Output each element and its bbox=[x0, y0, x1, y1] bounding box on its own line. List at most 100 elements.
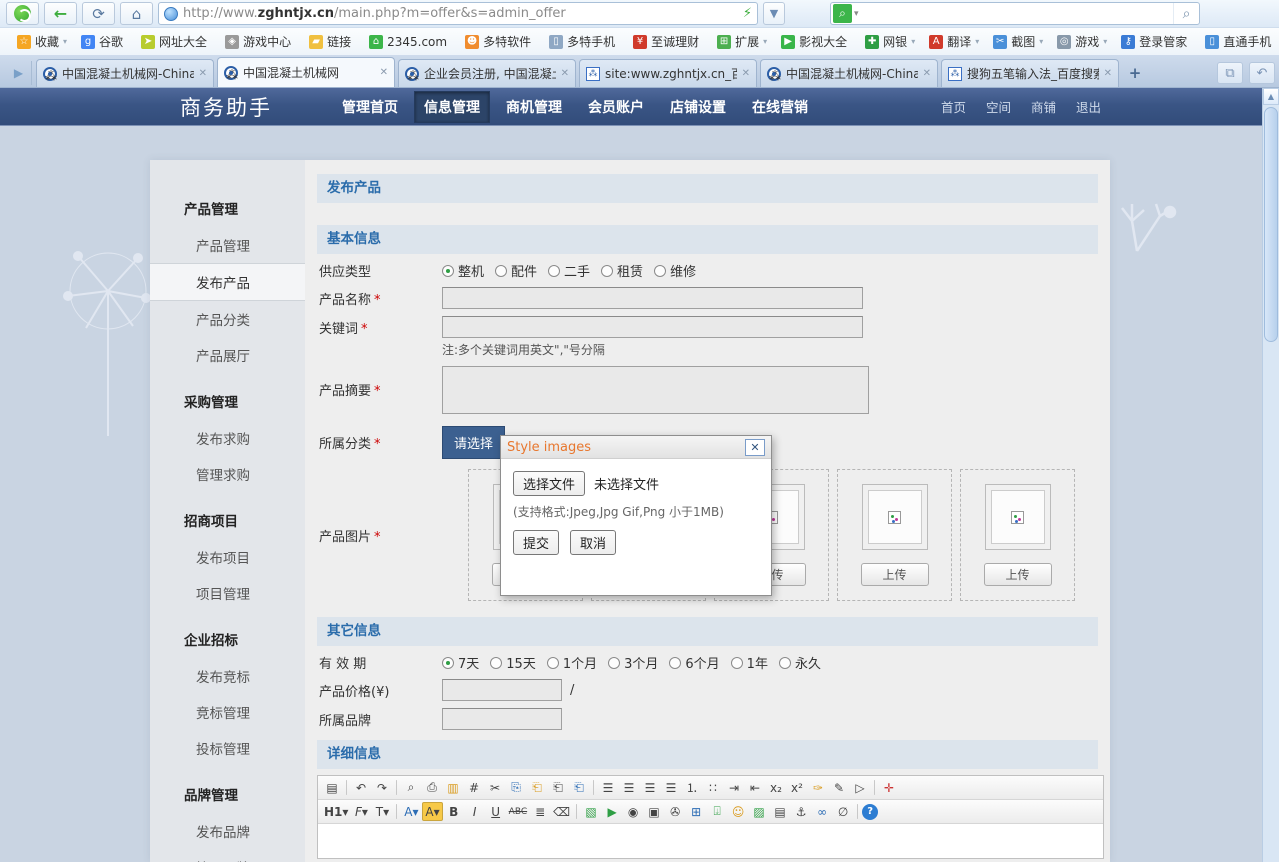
tool-video[interactable]: ▶ 影视大全 bbox=[774, 31, 858, 52]
redo-icon[interactable]: ↷ bbox=[372, 778, 392, 797]
page-preview-icon[interactable]: ▥ bbox=[443, 778, 463, 797]
image-icon[interactable]: ▧ bbox=[581, 802, 601, 821]
nav-online-marketing[interactable]: 在线营销 bbox=[742, 91, 818, 123]
nav-shop-settings[interactable]: 店铺设置 bbox=[660, 91, 736, 123]
product-name-input[interactable] bbox=[442, 287, 863, 309]
side-product-category[interactable]: 产品分类 bbox=[150, 301, 305, 337]
bookmark-zhicheng-finance[interactable]: ¥ 至诚理财 bbox=[626, 31, 710, 52]
eraser-icon[interactable]: ⌫ bbox=[551, 802, 572, 821]
align-right-icon[interactable]: ☰ bbox=[640, 778, 660, 797]
tab-list-button[interactable]: ⧉ bbox=[1217, 62, 1243, 84]
heading-dropdown[interactable]: H1▾ bbox=[322, 802, 350, 821]
scrollbar-thumb[interactable] bbox=[1264, 107, 1278, 342]
page-break-icon[interactable]: ▤ bbox=[770, 802, 790, 821]
bookmark-favorites[interactable]: ☆ 收藏 ▾ bbox=[10, 31, 74, 52]
vertical-scrollbar[interactable]: ▲ bbox=[1262, 88, 1279, 862]
code-icon[interactable]: # bbox=[464, 778, 484, 797]
subscript-icon[interactable]: x₂ bbox=[766, 778, 786, 797]
justify-icon[interactable]: ☰ bbox=[661, 778, 681, 797]
bookmark-google[interactable]: g 谷歌 bbox=[74, 31, 134, 52]
bookmark-site-nav[interactable]: ➤ 网址大全 bbox=[134, 31, 218, 52]
link-home[interactable]: 首页 bbox=[941, 97, 966, 116]
speed-bolt-icon[interactable]: ⚡ bbox=[743, 6, 752, 21]
refresh-button[interactable]: ⟳ bbox=[82, 2, 115, 25]
price-input[interactable] bbox=[442, 679, 562, 701]
help-icon[interactable]: ? bbox=[862, 804, 878, 820]
side-group-product[interactable]: 产品管理 bbox=[150, 189, 305, 227]
tool-phone[interactable]: ▯ 直通手机 bbox=[1198, 31, 1279, 52]
unordered-list-icon[interactable]: ∷ bbox=[703, 778, 723, 797]
tool-ebank[interactable]: ✚ 网银 ▾ bbox=[858, 31, 922, 52]
copy-icon[interactable]: ⎘ bbox=[506, 778, 526, 797]
supply-type-radio-option[interactable]: 整机 bbox=[442, 261, 484, 280]
bookmark-game-center[interactable]: ◈ 游戏中心 bbox=[218, 31, 302, 52]
search-input[interactable] bbox=[863, 4, 1173, 23]
keywords-input[interactable] bbox=[442, 316, 863, 338]
dialog-header[interactable]: Style images ✕ bbox=[501, 436, 771, 459]
emoticon-icon[interactable]: ☺ bbox=[728, 802, 748, 821]
tool-translate[interactable]: A 翻译 ▾ bbox=[922, 31, 986, 52]
superscript-icon[interactable]: x² bbox=[787, 778, 807, 797]
format-brush-icon[interactable]: ✑ bbox=[808, 778, 828, 797]
tab-close-icon[interactable]: ✕ bbox=[199, 68, 207, 79]
home-button[interactable]: ⌂ bbox=[120, 2, 153, 25]
side-publish-project[interactable]: 发布项目 bbox=[150, 539, 305, 575]
validity-radio-option[interactable]: 1个月 bbox=[547, 653, 597, 672]
link-shop[interactable]: 商铺 bbox=[1031, 97, 1056, 116]
editor-content-area[interactable] bbox=[318, 824, 1103, 858]
paste-icon[interactable]: ⎗ bbox=[527, 778, 547, 797]
tab-close-icon[interactable]: ✕ bbox=[742, 68, 750, 79]
tab-zghntjx-china-1[interactable]: ⁂ 中国混凝土机械网-China ✕ bbox=[36, 59, 214, 87]
font-color-picker[interactable]: A▾ bbox=[401, 802, 421, 821]
side-publish-product[interactable]: 发布产品 bbox=[150, 263, 305, 301]
supply-type-radio-option[interactable]: 租赁 bbox=[601, 261, 643, 280]
source-icon[interactable]: ▤ bbox=[322, 778, 342, 797]
preview-icon[interactable]: ⌕ bbox=[401, 778, 421, 797]
side-group-bidding[interactable]: 企业招标 bbox=[150, 620, 305, 658]
select-all-icon[interactable]: ▷ bbox=[850, 778, 870, 797]
side-bid-manage[interactable]: 竞标管理 bbox=[150, 694, 305, 730]
line-height-icon[interactable]: ≣ bbox=[530, 802, 550, 821]
tab-baidu-site-search[interactable]: ⁂ site:www.zghntjx.cn_百度 ✕ bbox=[579, 59, 757, 87]
tab-close-icon[interactable]: ✕ bbox=[380, 67, 388, 78]
bookmark-duote-mobile[interactable]: ▯ 多特手机 bbox=[542, 31, 626, 52]
link-logout[interactable]: 退出 bbox=[1076, 97, 1101, 116]
submit-button[interactable]: 提交 bbox=[513, 530, 559, 555]
address-bar[interactable]: http://www.zghntjx.cn/main.php?m=offer&s… bbox=[158, 2, 758, 25]
edit-note-icon[interactable]: ✎ bbox=[829, 778, 849, 797]
side-group-investment[interactable]: 招商项目 bbox=[150, 501, 305, 539]
tool-screenshot[interactable]: ✂ 截图 ▾ bbox=[986, 31, 1050, 52]
nav-manage-home[interactable]: 管理首页 bbox=[332, 91, 408, 123]
validity-radio-option[interactable]: 15天 bbox=[490, 653, 536, 672]
ordered-list-icon[interactable]: ⒈ bbox=[682, 778, 702, 797]
bold-icon[interactable]: B bbox=[444, 802, 464, 821]
nav-info-manage[interactable]: 信息管理 bbox=[414, 91, 490, 123]
supply-type-radio-option[interactable]: 维修 bbox=[654, 261, 696, 280]
back-button[interactable]: ← bbox=[44, 2, 77, 25]
strikethrough-icon[interactable]: ABC bbox=[507, 802, 529, 821]
tool-login-keeper[interactable]: ⚷ 登录管家 bbox=[1114, 31, 1198, 52]
table-icon[interactable]: ⊞ bbox=[686, 802, 706, 821]
flash-icon[interactable]: ▶ bbox=[602, 802, 622, 821]
bookmark-2345[interactable]: ⌂ 2345.com bbox=[362, 33, 458, 51]
cancel-button[interactable]: 取消 bbox=[570, 530, 616, 555]
side-publish-bid[interactable]: 发布竞标 bbox=[150, 658, 305, 694]
link-space[interactable]: 空间 bbox=[986, 97, 1011, 116]
side-manage-brand[interactable]: 管理品牌 bbox=[150, 849, 305, 862]
validity-radio-option[interactable]: 永久 bbox=[779, 653, 821, 672]
insert-hr-icon[interactable]: ⍗ bbox=[707, 802, 727, 821]
align-left-icon[interactable]: ☰ bbox=[598, 778, 618, 797]
tab-member-register[interactable]: ⁂ 企业会员注册, 中国混凝土 ✕ bbox=[398, 59, 576, 87]
brand-input[interactable] bbox=[442, 708, 562, 730]
anchor-icon[interactable]: ⚓ bbox=[791, 802, 811, 821]
supply-type-radio-option[interactable]: 二手 bbox=[548, 261, 590, 280]
bookmark-duote-software[interactable]: ☻ 多特软件 bbox=[458, 31, 542, 52]
search-go-icon[interactable]: ⌕ bbox=[1173, 3, 1199, 24]
upload-button[interactable]: 上传 bbox=[984, 563, 1052, 586]
browser-menu-button[interactable] bbox=[6, 2, 39, 25]
tab-close-icon[interactable]: ✕ bbox=[923, 68, 931, 79]
supply-type-radio-option[interactable]: 配件 bbox=[495, 261, 537, 280]
tab-sogou-wubi[interactable]: ⁂ 搜狗五笔输入法_百度搜索 ✕ bbox=[941, 59, 1119, 87]
validity-radio-option[interactable]: 3个月 bbox=[608, 653, 658, 672]
fullscreen-icon[interactable]: ✛ bbox=[879, 778, 899, 797]
